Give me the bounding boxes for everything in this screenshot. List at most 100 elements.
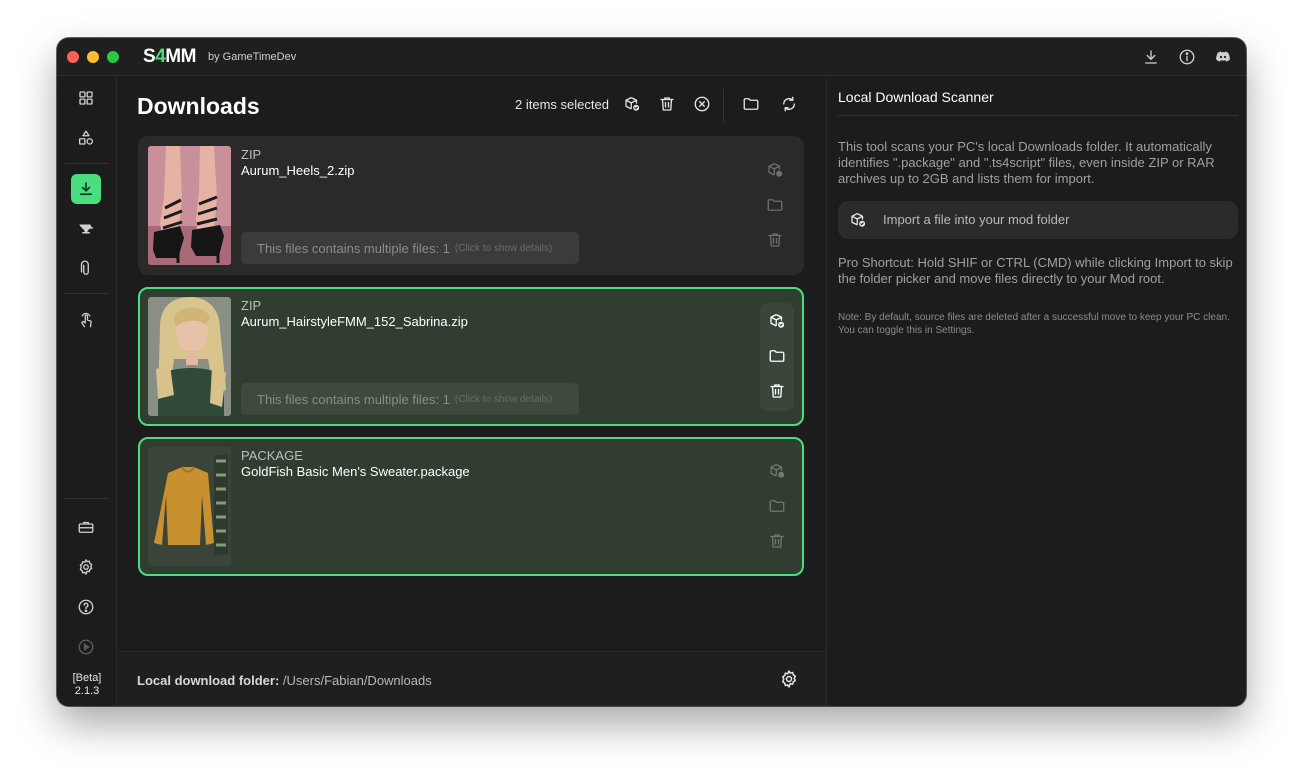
file-thumbnail bbox=[148, 447, 231, 566]
scanner-note: Note: By default, source files are delet… bbox=[838, 312, 1230, 336]
file-thumbnail bbox=[148, 146, 231, 265]
scanner-title: Local Download Scanner bbox=[838, 89, 994, 105]
download-folder-path: Local download folder: /Users/Fabian/Dow… bbox=[137, 673, 432, 688]
import-file-button[interactable] bbox=[766, 161, 784, 179]
sidebar-item-help[interactable] bbox=[71, 592, 101, 622]
show-in-folder-button[interactable] bbox=[768, 347, 786, 365]
gear-icon bbox=[79, 559, 93, 575]
gear-icon bbox=[782, 670, 796, 688]
show-in-folder-button[interactable] bbox=[768, 497, 786, 515]
file-thumbnail bbox=[148, 297, 231, 416]
trash-icon bbox=[660, 97, 674, 111]
refresh-button[interactable] bbox=[778, 93, 800, 115]
close-window-button[interactable] bbox=[67, 51, 79, 63]
multiple-files-button[interactable]: This files contains multiple files: 1 (C… bbox=[241, 232, 579, 264]
file-name: Aurum_HairstyleFMM_152_Sabrina.zip bbox=[241, 314, 468, 329]
app-byline: by GameTimeDev bbox=[208, 51, 297, 63]
sidebar-item-shapes[interactable] bbox=[71, 123, 101, 153]
multiple-files-text: This files contains multiple files: 1 bbox=[257, 240, 450, 256]
file-type: PACKAGE bbox=[241, 448, 303, 463]
folder-icon bbox=[743, 98, 759, 110]
open-folder-button[interactable] bbox=[740, 93, 762, 115]
download-icon[interactable] bbox=[1142, 48, 1160, 66]
download-folder-value: /Users/Fabian/Downloads bbox=[279, 673, 432, 688]
discord-icon[interactable] bbox=[1214, 48, 1232, 66]
download-folder-footer: Local download folder: /Users/Fabian/Dow… bbox=[118, 651, 826, 706]
sidebar-item-dashboard[interactable] bbox=[71, 83, 101, 113]
package-import-icon bbox=[770, 314, 785, 328]
page-title: Downloads bbox=[137, 93, 260, 119]
folder-icon bbox=[769, 350, 785, 362]
briefcase-icon bbox=[78, 521, 94, 533]
grid-icon bbox=[79, 91, 93, 105]
minimize-window-button[interactable] bbox=[87, 51, 99, 63]
show-in-folder-button[interactable] bbox=[766, 196, 784, 214]
file-name: Aurum_Heels_2.zip bbox=[241, 163, 355, 178]
file-card[interactable]: ZIP Aurum_HairstyleFMM_152_Sabrina.zip T… bbox=[138, 287, 804, 426]
sidebar-item-tools[interactable] bbox=[71, 214, 101, 244]
sidebar-item-play[interactable] bbox=[71, 632, 101, 662]
import-file-button[interactable]: Import a file into your mod folder bbox=[838, 201, 1238, 239]
sidebar-item-toolbox[interactable] bbox=[71, 512, 101, 542]
maximize-window-button[interactable] bbox=[107, 51, 119, 63]
trash-icon bbox=[770, 534, 784, 548]
file-name: GoldFish Basic Men's Sweater.package bbox=[241, 464, 470, 479]
version-label: [Beta] bbox=[72, 672, 102, 684]
sidebar-item-downloads[interactable] bbox=[71, 174, 101, 204]
package-import-icon bbox=[625, 97, 640, 111]
delete-selected-button[interactable] bbox=[656, 93, 678, 115]
multiple-files-hint: (Click to show details) bbox=[454, 242, 553, 254]
title-bar: S4MM by GameTimeDev bbox=[57, 38, 1246, 76]
delete-file-button[interactable] bbox=[768, 382, 786, 400]
app-logo: S4MM bbox=[143, 46, 196, 67]
downloads-panel: Downloads 2 items selected ZIP Aurum_Hee… bbox=[118, 77, 826, 706]
cancel-circle-icon bbox=[694, 96, 710, 112]
delete-file-button[interactable] bbox=[768, 532, 786, 550]
file-type: ZIP bbox=[241, 147, 262, 162]
app-window: S4MM by GameTimeDev [Beta] 2.1.3 Downloa… bbox=[57, 38, 1246, 706]
folder-icon bbox=[767, 199, 783, 211]
touch-icon bbox=[81, 312, 92, 328]
file-type: ZIP bbox=[241, 298, 262, 313]
version-info: [Beta] 2.1.3 bbox=[57, 672, 117, 698]
file-actions bbox=[760, 453, 794, 561]
file-card[interactable]: PACKAGE GoldFish Basic Men's Sweater.pac… bbox=[138, 437, 804, 576]
folder-icon bbox=[769, 500, 785, 512]
package-import-icon bbox=[770, 464, 785, 478]
multiple-files-button[interactable]: This files contains multiple files: 1 (C… bbox=[241, 383, 579, 415]
clear-selection-button[interactable] bbox=[691, 93, 713, 115]
package-import-icon bbox=[851, 213, 866, 227]
version-number: 2.1.3 bbox=[74, 685, 100, 697]
file-card[interactable]: ZIP Aurum_Heels_2.zip This files contain… bbox=[138, 136, 804, 275]
sidebar-item-attachments[interactable] bbox=[71, 254, 101, 284]
help-icon bbox=[78, 599, 94, 615]
multiple-files-text: This files contains multiple files: 1 bbox=[257, 391, 450, 407]
package-import-icon bbox=[768, 163, 783, 177]
shapes-icon bbox=[78, 130, 94, 145]
selection-count: 2 items selected bbox=[515, 97, 609, 112]
file-actions bbox=[760, 303, 794, 411]
trash-icon bbox=[770, 384, 784, 398]
folder-settings-button[interactable] bbox=[779, 669, 799, 689]
download-icon bbox=[79, 182, 93, 196]
pro-shortcut-text: Pro Shortcut: Hold SHIF or CTRL (CMD) wh… bbox=[838, 255, 1233, 286]
scanner-description: This tool scans your PC's local Download… bbox=[838, 139, 1215, 186]
info-icon[interactable] bbox=[1178, 48, 1196, 66]
anvil-icon bbox=[79, 224, 94, 234]
import-file-label: Import a file into your mod folder bbox=[883, 212, 1070, 227]
import-selected-button[interactable] bbox=[621, 93, 643, 115]
scanner-panel: Local Download Scanner This tool scans y… bbox=[826, 77, 1246, 706]
download-folder-label: Local download folder: bbox=[137, 673, 280, 688]
sidebar: [Beta] 2.1.3 bbox=[57, 77, 117, 706]
play-icon bbox=[78, 639, 94, 655]
sidebar-item-touch[interactable] bbox=[71, 305, 101, 335]
import-file-button[interactable] bbox=[768, 462, 786, 480]
sidebar-item-settings[interactable] bbox=[71, 552, 101, 582]
import-file-button[interactable] bbox=[768, 312, 786, 330]
delete-file-button[interactable] bbox=[766, 231, 784, 249]
paperclip-icon bbox=[80, 260, 89, 275]
file-actions bbox=[758, 152, 792, 260]
refresh-icon bbox=[783, 96, 795, 112]
multiple-files-hint: (Click to show details) bbox=[454, 393, 553, 405]
trash-icon bbox=[768, 233, 782, 247]
